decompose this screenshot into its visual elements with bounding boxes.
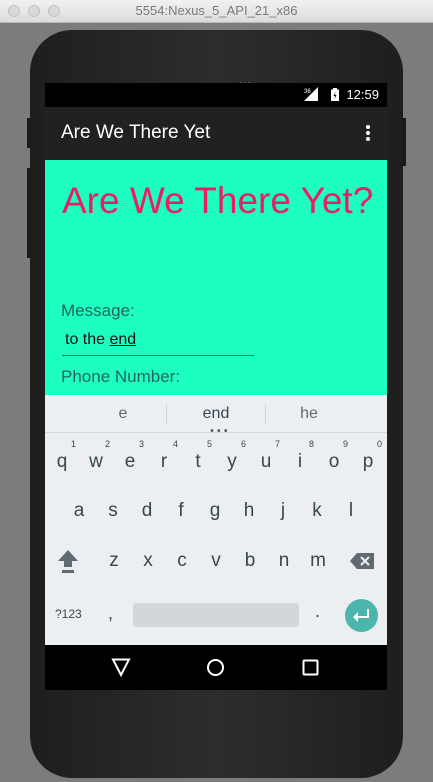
key-hint: 7 (275, 439, 281, 449)
app-bar: Are We There Yet (45, 107, 387, 160)
network-type-text: 36 (304, 89, 311, 95)
side-button-left-top (27, 118, 31, 148)
suggestion-left[interactable]: e (73, 405, 173, 423)
key-k[interactable]: k (300, 500, 334, 522)
overflow-menu-icon[interactable] (365, 124, 371, 142)
suggestion-right[interactable]: he (259, 405, 359, 423)
key-z[interactable]: z (97, 550, 131, 572)
power-button[interactable] (402, 118, 406, 166)
status-time: 12:59 (346, 87, 379, 102)
key-l[interactable]: l (334, 500, 368, 522)
recents-icon[interactable] (302, 659, 319, 676)
key-p[interactable]: p (351, 451, 385, 473)
enter-key[interactable] (345, 599, 378, 632)
space-key[interactable] (133, 603, 299, 627)
key-o[interactable]: o (317, 451, 351, 473)
key-c[interactable]: c (165, 550, 199, 572)
headline: Are We There Yet? (62, 180, 374, 221)
key-r[interactable]: r (147, 451, 181, 473)
message-composing-word: end (109, 331, 137, 348)
key-hint: 8 (309, 439, 315, 449)
key-j[interactable]: j (266, 500, 300, 522)
key-u[interactable]: u (249, 451, 283, 473)
key-hint: 6 (241, 439, 247, 449)
key-w[interactable]: w (79, 451, 113, 473)
app-title: Are We There Yet (61, 122, 211, 143)
period-key[interactable]: . (315, 601, 320, 622)
back-icon[interactable] (111, 658, 131, 677)
key-h[interactable]: h (232, 500, 266, 522)
suggestion-strip: e end he ••• (45, 395, 387, 437)
main-content: Are We There Yet? Message: to the end Ph… (45, 160, 387, 395)
window-title: 5554:Nexus_5_API_21_x86 (135, 3, 298, 18)
comma-key[interactable]: , (108, 603, 113, 624)
volume-button[interactable] (27, 168, 31, 258)
phone-number-label: Phone Number: (61, 367, 181, 386)
key-e[interactable]: e (113, 451, 147, 473)
key-b[interactable]: b (233, 550, 267, 572)
key-hint: 5 (207, 439, 213, 449)
status-bar: 36 12:59 (45, 83, 387, 107)
key-a[interactable]: a (62, 500, 96, 522)
key-n[interactable]: n (267, 550, 301, 572)
key-hint: 3 (139, 439, 145, 449)
symbols-key[interactable]: ?123 (55, 607, 82, 621)
key-hint: 9 (343, 439, 349, 449)
home-icon[interactable] (206, 658, 225, 677)
navigation-bar (45, 645, 387, 690)
battery-icon (331, 88, 339, 101)
key-v[interactable]: v (199, 550, 233, 572)
message-input[interactable]: to the end (62, 328, 254, 356)
key-x[interactable]: x (131, 550, 165, 572)
suggestion-center[interactable]: end (166, 405, 266, 423)
signal-icon: 36 (304, 87, 318, 101)
key-g[interactable]: g (198, 500, 232, 522)
shift-icon[interactable] (57, 548, 79, 574)
key-i[interactable]: i (283, 451, 317, 473)
key-m[interactable]: m (301, 550, 335, 572)
key-y[interactable]: y (215, 451, 249, 473)
message-text: to the (65, 331, 110, 348)
more-suggestions-icon[interactable]: ••• (209, 426, 230, 437)
key-hint: 2 (105, 439, 111, 449)
key-q[interactable]: q (45, 451, 79, 473)
key-t[interactable]: t (181, 451, 215, 473)
key-hint: 0 (377, 439, 383, 449)
key-f[interactable]: f (164, 500, 198, 522)
key-d[interactable]: d (130, 500, 164, 522)
key-hint: 4 (173, 439, 179, 449)
soft-keyboard: e end he ••• 1 q 2 w 3 e 4 r 5 t 6 y 7 u… (45, 395, 387, 645)
backspace-icon[interactable] (350, 553, 374, 569)
emulator-titlebar: 5554:Nexus_5_API_21_x86 (0, 0, 433, 23)
key-s[interactable]: s (96, 500, 130, 522)
enter-icon (353, 609, 369, 622)
key-hint: 1 (71, 439, 77, 449)
message-label: Message: (61, 301, 135, 320)
device-screen: 36 12:59 Are We There Yet Are We There Y… (45, 83, 387, 690)
